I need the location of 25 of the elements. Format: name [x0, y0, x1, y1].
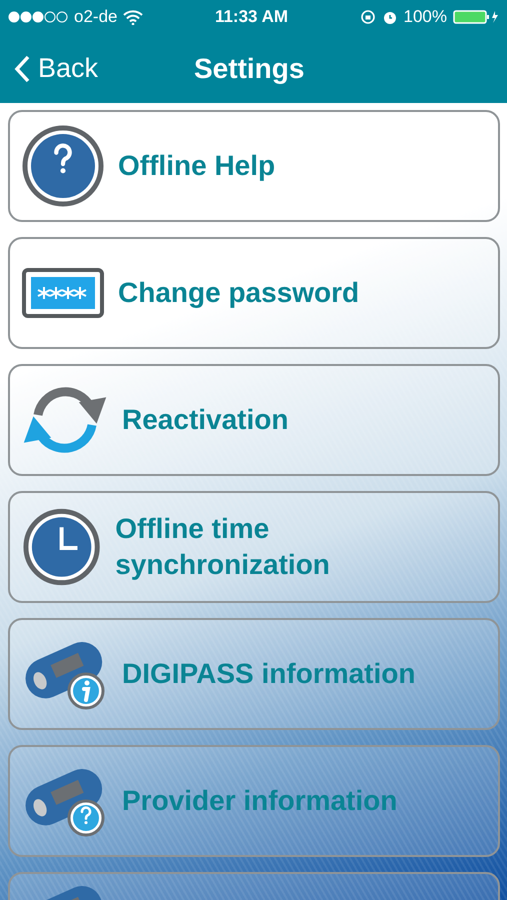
password-icon — [22, 268, 104, 318]
item-label: DIGIPASS information — [122, 656, 416, 691]
item-label: Reactivation — [122, 402, 288, 437]
chevron-left-icon — [14, 54, 30, 82]
item-label: Offline Help — [118, 148, 276, 183]
carrier-name: o2-de — [74, 7, 118, 27]
settings-item[interactable]: Reactivation — [8, 364, 500, 476]
item-label: Offline time synchronization — [115, 512, 331, 582]
signal-icon — [8, 11, 68, 23]
item-label: Change password — [118, 276, 360, 310]
settings-item[interactable]: Offline time synchronization — [8, 491, 500, 603]
clock-time: 11:33 AM — [214, 7, 288, 27]
rotation-lock-icon — [360, 9, 376, 25]
settings-item[interactable]: Change password — [8, 237, 500, 349]
settings-item[interactable]: Offline Help — [8, 110, 500, 222]
battery-percent: 100% — [404, 7, 447, 27]
alarm-icon — [382, 9, 398, 25]
battery-icon — [452, 9, 499, 25]
back-button[interactable]: Back — [0, 53, 98, 84]
help-icon — [22, 125, 104, 207]
wifi-icon — [123, 10, 144, 24]
settings-item[interactable]: DIGIPASS information — [8, 618, 500, 730]
item-label: Provider information — [122, 784, 398, 818]
clock-icon — [22, 507, 102, 587]
screen-title: Settings — [194, 52, 304, 84]
